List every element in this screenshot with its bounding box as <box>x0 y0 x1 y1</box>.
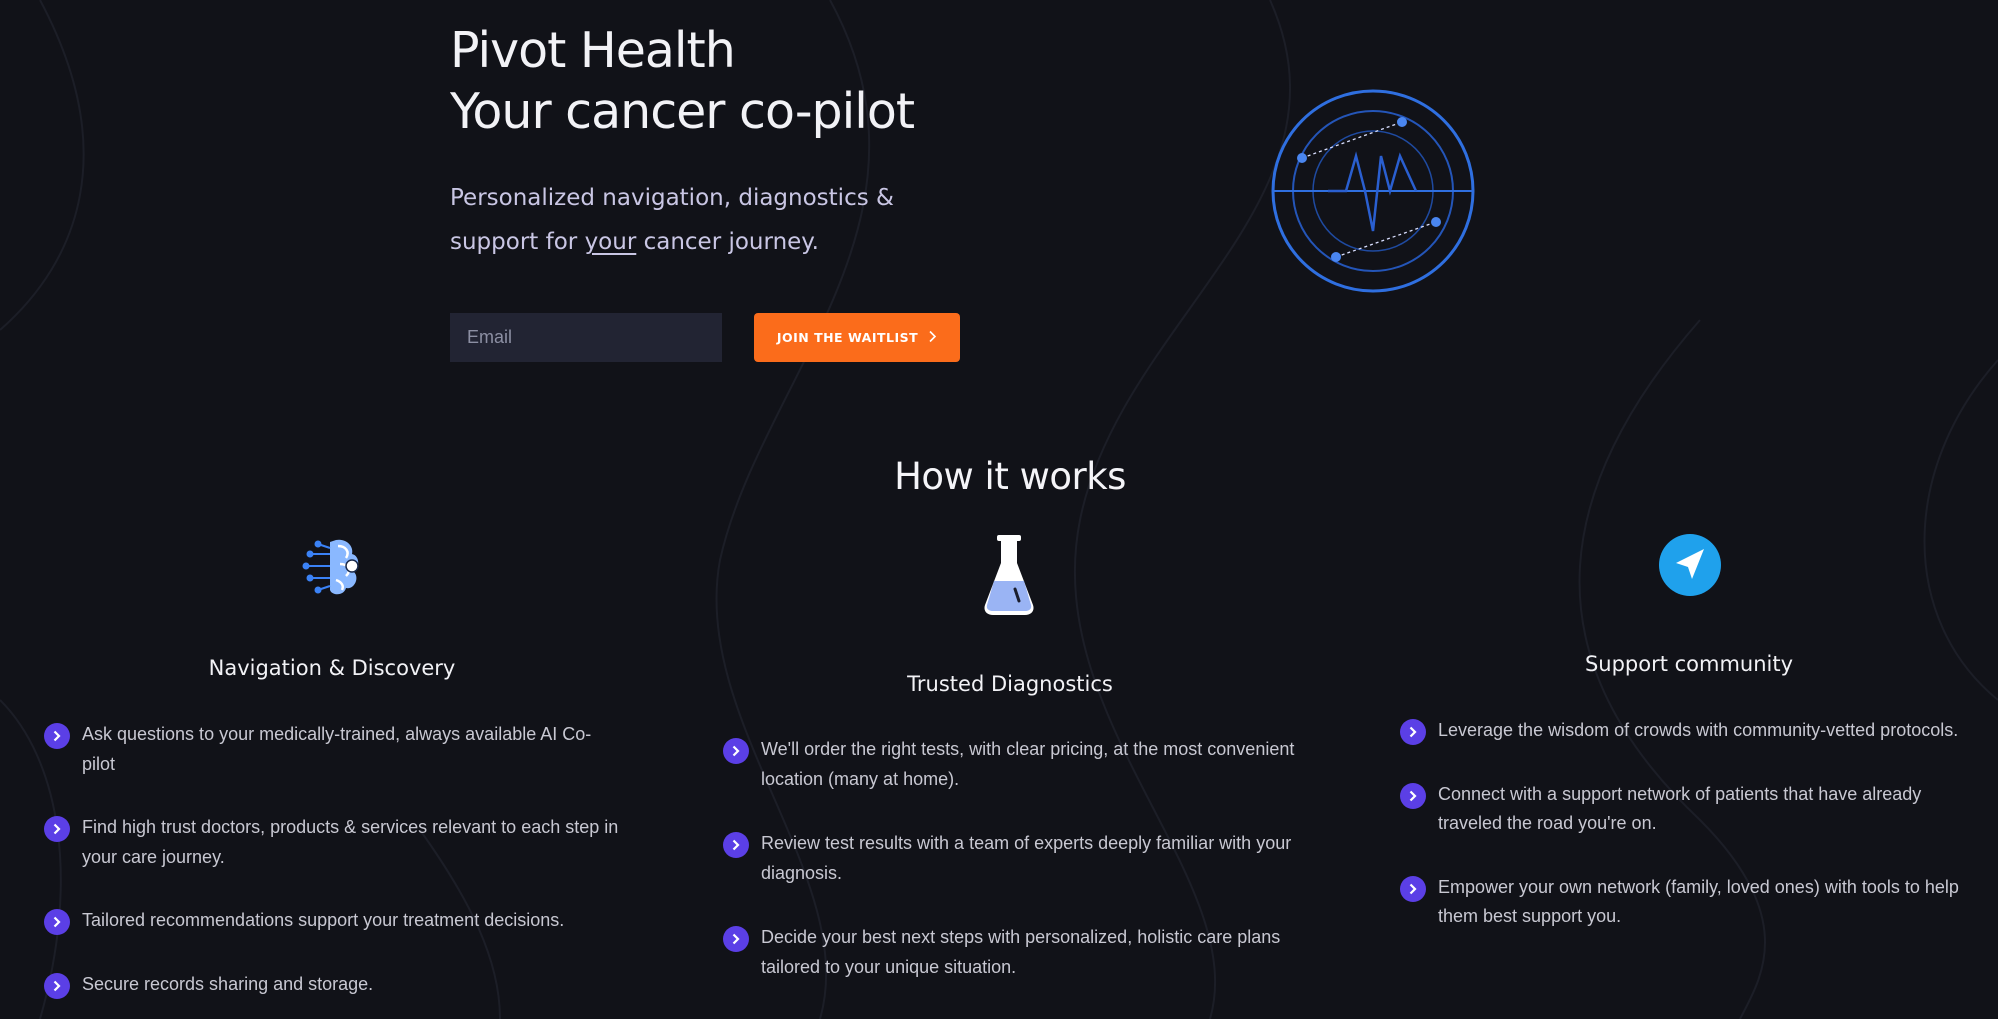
chevron-bullet-icon <box>1400 782 1426 809</box>
brand-name: Pivot Health <box>450 22 736 79</box>
radar-pulse-logo <box>1271 89 1475 293</box>
column-title-community: Support community <box>1584 652 1794 676</box>
list-item: Tailored recommendations support your tr… <box>44 906 624 936</box>
chevron-bullet-icon <box>44 816 70 842</box>
subtitle-emphasis: your <box>584 229 637 255</box>
hero-subtitle: Personalized navigation, diagnostics & s… <box>450 176 970 264</box>
subtitle-text-end: cancer journey. <box>636 229 819 255</box>
join-waitlist-button[interactable]: JOIN THE WAITLIST <box>754 313 960 362</box>
chevron-bullet-icon <box>1400 875 1426 902</box>
chevron-right-icon <box>928 329 937 347</box>
list-item: Find high trust doctors, products & serv… <box>44 813 624 872</box>
list-item: Empower your own network (family, loved … <box>1400 873 1980 932</box>
list-item-text: Secure records sharing and storage. <box>82 973 374 994</box>
column-title-diagnostics: Trusted Diagnostics <box>907 672 1113 696</box>
list-item-text: Leverage the wisdom of crowds with commu… <box>1438 720 1959 740</box>
chevron-bullet-icon <box>1400 719 1426 745</box>
list-item-text: Tailored recommendations support your tr… <box>82 910 565 930</box>
chevron-bullet-icon <box>44 972 70 999</box>
column-title-navigation: Navigation & Discovery <box>208 656 456 680</box>
list-item-text: Ask questions to your medically-trained,… <box>82 724 592 774</box>
community-feature-list: Leverage the wisdom of crowds with commu… <box>1400 716 1980 932</box>
chevron-bullet-icon <box>44 723 70 749</box>
email-input[interactable] <box>450 313 722 362</box>
list-item: Decide your best next steps with persona… <box>723 923 1315 982</box>
ai-brain-icon <box>302 539 359 595</box>
list-item-text: Find high trust doctors, products & serv… <box>82 817 619 867</box>
list-item: We'll order the right tests, with clear … <box>723 735 1315 794</box>
list-item-text: Connect with a support network of patien… <box>1438 783 1922 834</box>
navigation-feature-list: Ask questions to your medically-trained,… <box>44 720 624 999</box>
list-item: Connect with a support network of patien… <box>1400 780 1980 839</box>
join-waitlist-label: JOIN THE WAITLIST <box>776 330 919 345</box>
list-item-text: Review test results with a team of exper… <box>761 833 1292 883</box>
tagline: Your cancer co-pilot <box>450 83 915 140</box>
chevron-bullet-icon <box>44 909 70 935</box>
flask-icon <box>984 535 1034 615</box>
hero-title: Pivot Health Your cancer co-pilot <box>450 20 915 142</box>
chevron-bullet-icon <box>723 926 749 952</box>
list-item-text: We'll order the right tests, with clear … <box>761 739 1295 789</box>
diagnostics-feature-list: We'll order the right tests, with clear … <box>723 735 1315 982</box>
chevron-bullet-icon <box>723 738 749 764</box>
list-item: Secure records sharing and storage. <box>44 970 624 1000</box>
list-item-text: Decide your best next steps with persona… <box>761 927 1281 977</box>
list-item: Leverage the wisdom of crowds with commu… <box>1400 716 1980 746</box>
navigation-arrow-icon <box>1659 534 1721 596</box>
list-item: Review test results with a team of exper… <box>723 829 1315 888</box>
list-item: Ask questions to your medically-trained,… <box>44 720 624 779</box>
chevron-bullet-icon <box>723 832 749 858</box>
list-item-text: Empower your own network (family, loved … <box>1438 876 1959 927</box>
how-it-works-title: How it works <box>894 455 1126 498</box>
